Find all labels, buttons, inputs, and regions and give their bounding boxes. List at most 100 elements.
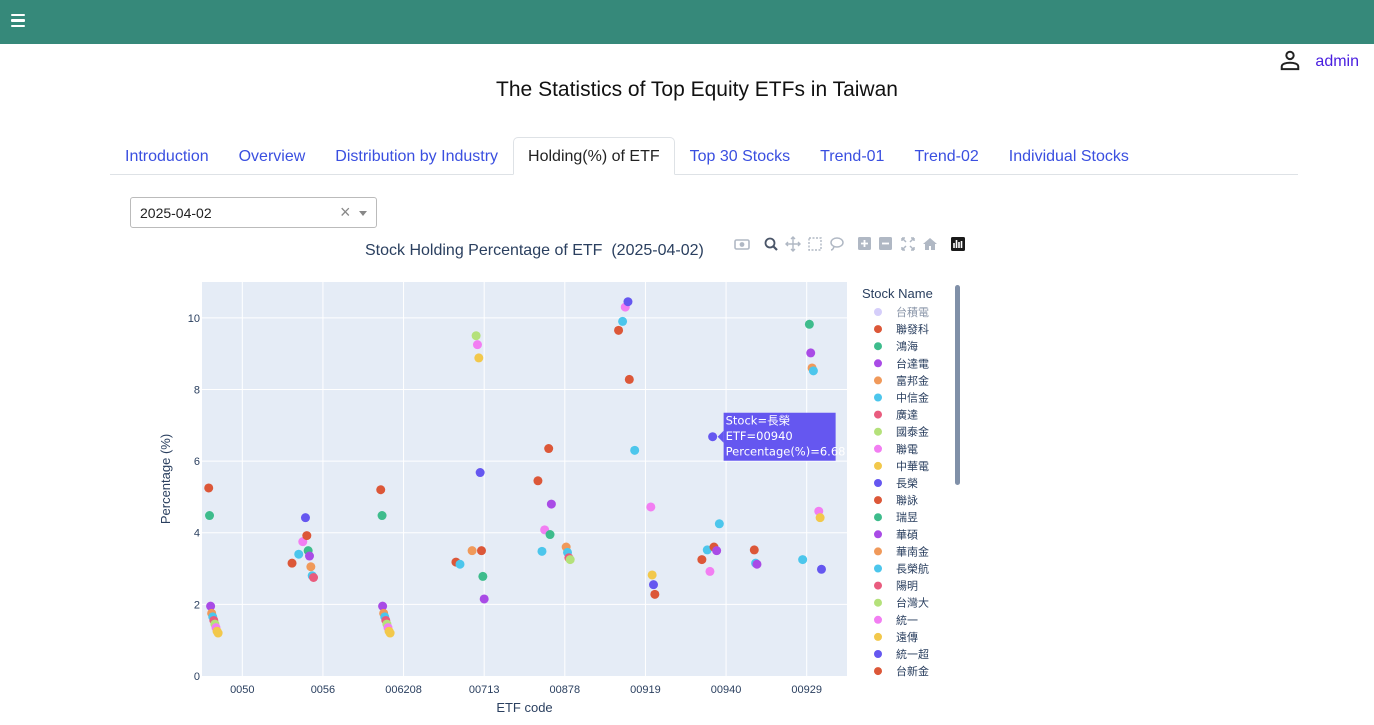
legend-item-label[interactable]: 統一超 bbox=[896, 647, 929, 661]
data-point[interactable] bbox=[475, 468, 485, 478]
data-point[interactable] bbox=[618, 316, 628, 326]
legend-item-label[interactable]: 長榮 bbox=[896, 476, 918, 490]
data-point[interactable] bbox=[816, 564, 826, 574]
data-point[interactable] bbox=[614, 325, 624, 335]
legend-marker[interactable] bbox=[874, 598, 882, 607]
data-point[interactable] bbox=[815, 513, 825, 523]
hamburger-menu-icon[interactable] bbox=[11, 14, 25, 30]
legend-marker[interactable] bbox=[874, 308, 882, 316]
legend-marker[interactable] bbox=[874, 615, 882, 624]
data-point[interactable] bbox=[650, 589, 660, 599]
zoom-out-icon[interactable] bbox=[879, 237, 892, 250]
legend-marker[interactable] bbox=[874, 632, 882, 641]
plot-area[interactable] bbox=[202, 282, 847, 676]
box-select-icon[interactable] bbox=[808, 237, 822, 251]
legend-item-label[interactable]: 聯電 bbox=[896, 443, 918, 456]
legend-item-label[interactable]: 長榮航 bbox=[896, 562, 929, 576]
data-point[interactable] bbox=[455, 559, 465, 569]
data-point[interactable] bbox=[646, 502, 656, 512]
data-point[interactable] bbox=[537, 546, 547, 556]
tab-individual-stocks[interactable]: Individual Stocks bbox=[994, 137, 1144, 174]
legend-marker[interactable] bbox=[874, 461, 882, 470]
plotly-logo-icon[interactable] bbox=[951, 237, 965, 251]
data-point[interactable] bbox=[623, 297, 633, 307]
data-point[interactable] bbox=[806, 348, 816, 358]
legend-item-label[interactable]: 華南金 bbox=[896, 544, 929, 558]
legend-item-label[interactable]: 瑞昱 bbox=[896, 510, 918, 524]
data-point[interactable] bbox=[302, 531, 312, 541]
data-point[interactable] bbox=[647, 570, 657, 580]
legend-item-label[interactable]: 台灣大 bbox=[896, 596, 929, 610]
legend-item-label[interactable]: 統一 bbox=[896, 613, 918, 627]
legend[interactable]: Stock Name 台積電聯發科鴻海台達電富邦金中信金廣達國泰金聯電中華電長榮聯… bbox=[862, 286, 933, 678]
data-point[interactable] bbox=[798, 555, 808, 565]
zoom-in-icon[interactable] bbox=[858, 237, 871, 250]
data-point[interactable] bbox=[714, 519, 724, 529]
data-point[interactable] bbox=[752, 559, 762, 569]
tab-holding-of-etf[interactable]: Holding(%) of ETF bbox=[513, 137, 675, 175]
data-point[interactable] bbox=[204, 483, 214, 493]
legend-marker[interactable] bbox=[874, 342, 882, 351]
pan-icon[interactable] bbox=[785, 236, 801, 252]
data-point[interactable] bbox=[213, 628, 223, 638]
legend-marker[interactable] bbox=[874, 359, 882, 368]
camera-icon[interactable] bbox=[734, 239, 750, 250]
legend-item-label[interactable]: 遠傳 bbox=[896, 631, 918, 644]
date-select[interactable]: 2025-04-02 × bbox=[130, 197, 377, 228]
data-point[interactable] bbox=[624, 374, 634, 384]
tab-distribution-by-industry[interactable]: Distribution by Industry bbox=[320, 137, 513, 174]
legend-marker[interactable] bbox=[874, 325, 882, 334]
legend-item-label[interactable]: 鴻海 bbox=[896, 339, 918, 353]
lasso-icon[interactable] bbox=[830, 237, 844, 251]
data-point[interactable] bbox=[377, 511, 387, 521]
data-point[interactable] bbox=[565, 555, 575, 565]
reset-axes-icon[interactable] bbox=[923, 238, 937, 250]
data-point[interactable] bbox=[306, 562, 316, 572]
data-point[interactable] bbox=[309, 573, 319, 582]
data-point[interactable] bbox=[474, 353, 484, 363]
data-point[interactable] bbox=[705, 566, 715, 576]
data-point[interactable] bbox=[808, 366, 818, 376]
data-point[interactable] bbox=[472, 340, 482, 350]
user-name-link[interactable]: admin bbox=[1315, 53, 1359, 71]
data-point[interactable] bbox=[294, 549, 304, 559]
data-point[interactable] bbox=[630, 445, 640, 455]
legend-item-label[interactable]: 中華電 bbox=[896, 460, 929, 473]
data-point[interactable] bbox=[804, 319, 814, 329]
data-point[interactable] bbox=[544, 444, 554, 454]
legend-marker[interactable] bbox=[874, 650, 882, 658]
tab-overview[interactable]: Overview bbox=[224, 137, 321, 174]
legend-item-label[interactable]: 聯發科 bbox=[896, 322, 929, 336]
legend-marker[interactable] bbox=[874, 530, 882, 539]
data-point[interactable] bbox=[477, 546, 486, 556]
legend-marker[interactable] bbox=[874, 444, 882, 453]
data-point[interactable] bbox=[749, 545, 759, 555]
legend-marker[interactable] bbox=[874, 410, 882, 419]
tab-introduction[interactable]: Introduction bbox=[110, 137, 224, 174]
legend-item-label[interactable]: 聯詠 bbox=[896, 493, 918, 507]
legend-item-label[interactable]: 廣達 bbox=[896, 408, 918, 422]
legend-item-label[interactable]: 中信金 bbox=[896, 391, 929, 405]
data-point[interactable] bbox=[478, 571, 488, 581]
legend-marker[interactable] bbox=[874, 496, 882, 505]
legend-marker[interactable] bbox=[874, 393, 882, 402]
tab-top-30-stocks[interactable]: Top 30 Stocks bbox=[675, 137, 806, 174]
data-point[interactable] bbox=[712, 546, 722, 556]
legend-item-label[interactable]: 國泰金 bbox=[896, 425, 929, 439]
data-point[interactable] bbox=[287, 558, 297, 568]
legend-item-label[interactable]: 陽明 bbox=[896, 580, 918, 593]
legend-item-label[interactable]: 台達電 bbox=[896, 356, 929, 370]
legend-item-label[interactable]: 台新金 bbox=[896, 664, 929, 678]
legend-marker[interactable] bbox=[874, 547, 882, 556]
data-point[interactable] bbox=[467, 546, 477, 556]
user-icon[interactable] bbox=[1279, 49, 1301, 76]
data-point[interactable] bbox=[471, 331, 481, 341]
data-point[interactable] bbox=[305, 551, 314, 561]
data-point[interactable] bbox=[708, 432, 718, 442]
legend-item-label[interactable]: 台積電 bbox=[896, 305, 929, 319]
chevron-down-icon[interactable] bbox=[359, 211, 367, 216]
legend-marker[interactable] bbox=[874, 427, 882, 436]
zoom-icon[interactable] bbox=[764, 237, 778, 251]
autoscale-icon[interactable] bbox=[901, 237, 915, 251]
tab-trend-02[interactable]: Trend-02 bbox=[899, 137, 993, 174]
